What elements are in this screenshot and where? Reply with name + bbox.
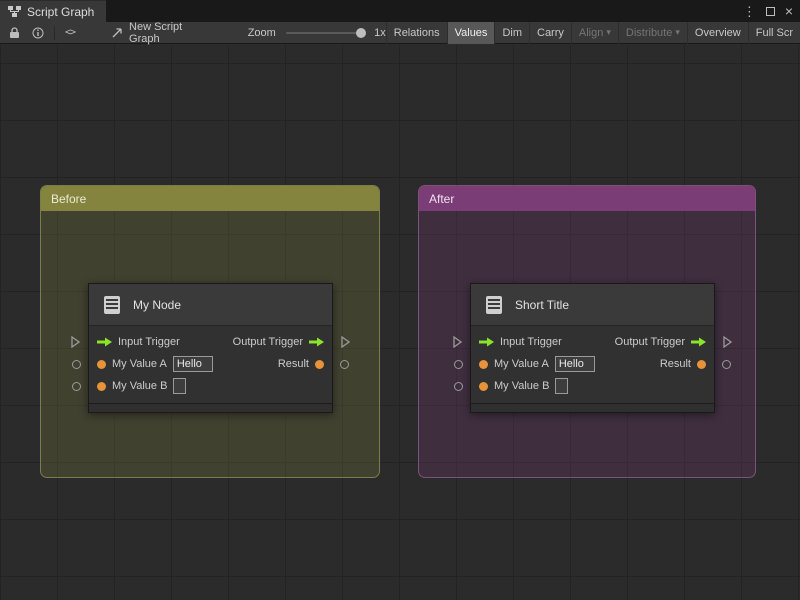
value-b-label: My Value B bbox=[112, 380, 168, 392]
values-button[interactable]: Values bbox=[446, 21, 495, 44]
distribute-button[interactable]: Distribute ▾ bbox=[617, 21, 687, 44]
output-trigger-label: Output Trigger bbox=[614, 336, 685, 348]
zoom-slider-knob[interactable] bbox=[355, 27, 366, 38]
maximize-icon[interactable] bbox=[765, 6, 775, 16]
port-row: Input Trigger Output Trigger bbox=[89, 331, 332, 353]
group-after-header[interactable]: After bbox=[419, 186, 755, 211]
script-graph-tab-icon bbox=[8, 6, 21, 17]
zoom-value: 1x bbox=[374, 26, 386, 39]
ext-value-b-port[interactable] bbox=[72, 382, 81, 391]
graph-toolbar: <> New Script Graph Zoom 1x Relations Va… bbox=[0, 21, 800, 45]
lock-icon[interactable] bbox=[0, 22, 26, 44]
node-header[interactable]: Short Title bbox=[471, 284, 714, 326]
value-b-port-icon[interactable] bbox=[479, 381, 488, 391]
node-body: Input Trigger Output Trigger My Value A bbox=[471, 326, 714, 401]
tab-title: Script Graph bbox=[27, 4, 95, 19]
value-a-input[interactable] bbox=[172, 356, 213, 372]
output-trigger-port-icon[interactable] bbox=[309, 337, 324, 347]
node-body: Input Trigger Output Trigger My Value A bbox=[89, 326, 332, 401]
chevron-down-icon: ▾ bbox=[606, 27, 611, 37]
toolbar-button-group: Relations Values Dim Carry Align ▾ Distr… bbox=[385, 21, 800, 44]
group-after-label: After bbox=[429, 191, 455, 206]
new-script-graph-button[interactable]: New Script Graph bbox=[111, 21, 214, 45]
group-before-label: Before bbox=[51, 191, 87, 206]
relations-button[interactable]: Relations bbox=[385, 21, 447, 44]
port-row: My Value A Result bbox=[471, 353, 714, 375]
window-tab-bar: Script Graph ⋮ × bbox=[0, 0, 800, 22]
output-trigger-label: Output Trigger bbox=[232, 336, 303, 348]
ext-input-trigger-port[interactable] bbox=[71, 336, 80, 348]
result-label: Result bbox=[659, 358, 691, 370]
window-menu-icon[interactable]: ⋮ bbox=[743, 5, 756, 18]
overview-button[interactable]: Overview bbox=[686, 21, 748, 44]
ext-input-trigger-port[interactable] bbox=[453, 336, 462, 348]
code-view-icon[interactable]: <> bbox=[59, 22, 81, 44]
value-b-port-icon[interactable] bbox=[97, 381, 106, 391]
node-footer bbox=[89, 403, 332, 412]
ext-output-trigger-port[interactable] bbox=[723, 336, 732, 348]
ext-output-trigger-port[interactable] bbox=[341, 336, 350, 348]
unit-icon bbox=[483, 294, 505, 316]
script-graph-window: Script Graph ⋮ × <> New Script Graph Zoo… bbox=[0, 0, 800, 600]
unit-icon bbox=[101, 294, 123, 316]
tab-script-graph[interactable]: Script Graph bbox=[0, 0, 107, 22]
value-a-port-icon[interactable] bbox=[479, 359, 488, 369]
value-a-port-icon[interactable] bbox=[97, 359, 106, 369]
input-trigger-label: Input Trigger bbox=[118, 336, 180, 348]
value-a-label: My Value A bbox=[112, 358, 167, 370]
value-b-label: My Value B bbox=[494, 380, 550, 392]
value-b-input[interactable] bbox=[555, 378, 569, 394]
node-footer bbox=[471, 403, 714, 412]
ext-value-a-port[interactable] bbox=[72, 360, 81, 369]
close-icon[interactable]: × bbox=[785, 4, 793, 18]
result-port-icon[interactable] bbox=[315, 359, 324, 369]
ext-value-a-port[interactable] bbox=[454, 360, 463, 369]
result-label: Result bbox=[277, 358, 309, 370]
result-port-icon[interactable] bbox=[697, 359, 706, 369]
value-b-input[interactable] bbox=[173, 378, 187, 394]
dim-button[interactable]: Dim bbox=[494, 21, 529, 44]
ext-result-port[interactable] bbox=[340, 360, 349, 369]
port-row: Input Trigger Output Trigger bbox=[471, 331, 714, 353]
toolbar-separator bbox=[54, 25, 55, 40]
chevron-down-icon: ▾ bbox=[675, 27, 680, 37]
port-row: My Value A Result bbox=[89, 353, 332, 375]
group-before-header[interactable]: Before bbox=[41, 186, 379, 211]
value-a-label: My Value A bbox=[494, 358, 549, 370]
node-short-title[interactable]: Short Title Input Trigger Output Trigger bbox=[453, 283, 732, 413]
node-title: My Node bbox=[133, 297, 182, 312]
info-icon[interactable] bbox=[26, 22, 50, 44]
input-trigger-port-icon[interactable] bbox=[97, 337, 112, 347]
node-header[interactable]: My Node bbox=[89, 284, 332, 326]
port-row: My Value B bbox=[471, 375, 714, 397]
port-row: My Value B bbox=[89, 375, 332, 397]
output-trigger-port-icon[interactable] bbox=[691, 337, 706, 347]
input-trigger-label: Input Trigger bbox=[500, 336, 562, 348]
align-button[interactable]: Align ▾ bbox=[570, 21, 618, 44]
node-my-node[interactable]: My Node Input Trigger Output Trigger My … bbox=[71, 283, 350, 413]
value-a-input[interactable] bbox=[554, 356, 595, 372]
window-controls: ⋮ × bbox=[743, 0, 800, 22]
ext-value-b-port[interactable] bbox=[454, 382, 463, 391]
fullscreen-button[interactable]: Full Scr bbox=[747, 21, 800, 44]
carry-button[interactable]: Carry bbox=[529, 21, 571, 44]
ext-result-port[interactable] bbox=[722, 360, 731, 369]
input-trigger-port-icon[interactable] bbox=[479, 337, 494, 347]
new-script-graph-label: New Script Graph bbox=[129, 20, 183, 45]
zoom-label: Zoom bbox=[247, 26, 276, 39]
zoom-slider[interactable] bbox=[285, 27, 367, 38]
graph-pointer-icon bbox=[111, 27, 123, 39]
node-title: Short Title bbox=[515, 297, 570, 312]
graph-canvas[interactable]: Before After My Node Input Trigger Outpu… bbox=[0, 45, 800, 600]
